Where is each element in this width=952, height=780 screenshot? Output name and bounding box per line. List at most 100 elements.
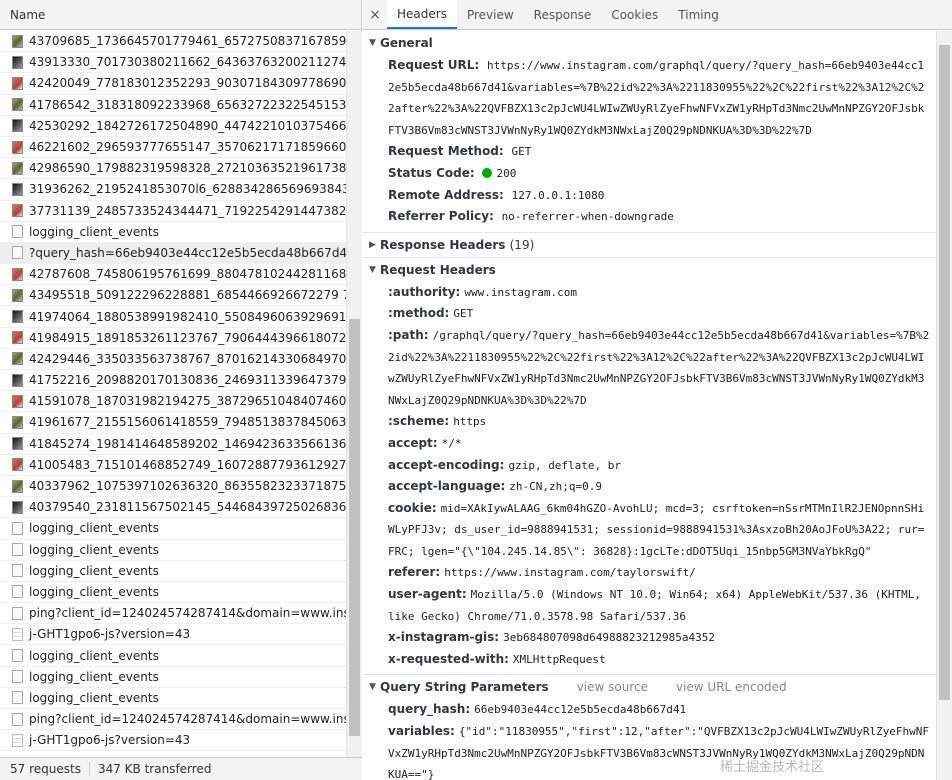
document-file-icon xyxy=(12,564,23,578)
request-name: 40379540_231811567502145_544684397250268… xyxy=(29,500,346,515)
remote-address-label: Remote Address: xyxy=(388,187,504,202)
request-row[interactable]: ping?client_id=124024574287414&domain=ww… xyxy=(0,709,346,731)
image-file-icon xyxy=(12,415,23,429)
request-name: j-GHT1gpo6-js?version=43 xyxy=(29,627,191,642)
image-file-icon xyxy=(12,204,23,218)
status-code-value: 200 xyxy=(496,166,517,180)
header-value: XMLHttpRequest xyxy=(512,652,606,666)
request-name: logging_client_events xyxy=(29,690,159,705)
request-list-pane: Name 43709685_1736645701779461_657275083… xyxy=(0,0,362,780)
request-row[interactable]: 43495518_509122296228881_685446692667227… xyxy=(0,285,346,307)
general-section: Request URL: https://www.instagram.com/g… xyxy=(363,55,936,228)
request-row[interactable]: logging_client_events xyxy=(0,667,346,688)
tab-preview[interactable]: Preview xyxy=(457,0,524,29)
header-value: {"id":"11830955","first":12,"after":"QVF… xyxy=(388,725,930,780)
request-name: logging_client_events xyxy=(29,224,159,239)
expanded-triangle-icon: ▼ xyxy=(369,264,376,275)
request-row[interactable]: j-GHT1gpo6-js?version=43 xyxy=(0,624,346,646)
request-row[interactable]: logging_client_events xyxy=(0,540,346,561)
details-scrollbar-thumb[interactable] xyxy=(939,45,950,700)
general-section-header[interactable]: ▼ General xyxy=(363,31,936,55)
request-row[interactable]: 40379540_231811567502145_544684397250268… xyxy=(0,497,346,519)
request-row[interactable]: logging_client_events xyxy=(0,688,346,709)
tab-response[interactable]: Response xyxy=(524,0,602,29)
request-name: 43913330_701730380211662_643637632002112… xyxy=(29,55,346,70)
document-file-icon xyxy=(12,670,23,684)
header-value: 3eb684807098d64988823212985a4352 xyxy=(503,631,716,645)
request-row[interactable]: ping?client_id=124024574287414&domain=ww… xyxy=(0,603,346,625)
request-row[interactable]: ?query_hash=66eb9403e44cc12e5b5ecda48b66… xyxy=(0,242,346,265)
request-name: 42420049_778183012352293_903071843097786… xyxy=(29,76,346,91)
request-row[interactable]: 31936262_2195241853070l6_628834286569693… xyxy=(0,179,346,201)
request-name: 41961677_2155156061418559_79485138378450… xyxy=(29,415,346,430)
request-row[interactable]: 42787608_745806195761699_880478102442811… xyxy=(0,264,346,286)
request-row[interactable]: logging_client_events xyxy=(0,645,346,667)
status-divider xyxy=(88,762,90,776)
header-value: https://www.instagram.com/taylorswift/ xyxy=(444,566,696,580)
request-list-scrollbar[interactable] xyxy=(346,31,362,757)
view-url-encoded-link[interactable]: view URL encoded xyxy=(676,680,787,694)
tab-cookies[interactable]: Cookies xyxy=(601,0,668,29)
header-value: zh-CN,zh;q=0.9 xyxy=(509,480,602,494)
request-name: 43495518_509122296228881_685446692667227… xyxy=(29,288,346,303)
request-row[interactable]: 42429446_335033563738767_870162143306849… xyxy=(0,349,346,370)
remote-address-row: Remote Address: 127.0.0.1:1080 xyxy=(388,185,936,207)
request-row[interactable]: 41591078_187031982194275_387296510484074… xyxy=(0,391,346,413)
view-source-link[interactable]: view source xyxy=(577,680,648,694)
header-row: :authority: www.instagram.com xyxy=(388,282,936,304)
request-row[interactable]: logging_client_events xyxy=(0,222,346,243)
request-row[interactable]: 41752216_2098820170130836_24693113396473… xyxy=(0,370,346,392)
request-row[interactable]: 41961677_2155156061418559_79485138378450… xyxy=(0,412,346,434)
request-row[interactable]: 41845274_1981414648589202_14694236335661… xyxy=(0,434,346,455)
request-row[interactable]: 41984915_1891853261123767_79064443966180… xyxy=(0,328,346,349)
header-value: 66eb9403e44cc12e5b5ecda48b667d41 xyxy=(474,703,687,717)
request-row[interactable]: 43709685_1736645701779461_65727508371678… xyxy=(0,31,346,53)
request-list-scrollbar-thumb[interactable] xyxy=(349,319,360,736)
tab-timing[interactable]: Timing xyxy=(668,0,729,29)
request-headers-section-header[interactable]: ▼ Request Headers xyxy=(363,258,936,282)
query-params-section: query_hash: 66eb9403e44cc12e5b5ecda48b667… xyxy=(363,699,936,780)
document-file-icon xyxy=(12,246,23,260)
request-row[interactable]: 43913330_701730380211662_643637632002112… xyxy=(0,52,346,74)
request-row[interactable]: 37731139_2485733524344471_71922542914473… xyxy=(0,201,346,222)
document-file-icon xyxy=(12,543,23,557)
image-file-icon xyxy=(12,76,23,90)
request-name: ping?client_id=124024574287414&domain=ww… xyxy=(29,606,346,621)
image-file-icon xyxy=(12,331,23,345)
image-file-icon xyxy=(12,458,23,472)
details-scrollbar[interactable] xyxy=(936,31,952,780)
query-params-section-header[interactable]: ▼ Query String Parameters view source vi… xyxy=(363,675,936,699)
script-file-icon xyxy=(12,627,23,641)
header-name: referer: xyxy=(388,565,441,580)
tab-headers[interactable]: Headers xyxy=(387,0,457,29)
status-bar: 57 requests 347 KB transferred xyxy=(0,757,362,780)
request-name: 41984915_1891853261123767_79064443966180… xyxy=(29,330,346,345)
request-row[interactable]: 41786542_318318092233968_656327223225451… xyxy=(0,95,346,116)
close-icon[interactable]: × xyxy=(363,0,387,29)
header-value: */* xyxy=(441,436,462,450)
request-row[interactable]: 42986590_179882319598328_272103635219617… xyxy=(0,158,346,180)
request-name: ping?client_id=124024574287414&domain=ww… xyxy=(29,712,346,727)
request-row[interactable]: logging_client_events xyxy=(0,561,346,582)
header-row: accept: */* xyxy=(388,433,936,455)
response-headers-section-header[interactable]: ▶ Response Headers (19) xyxy=(363,233,936,257)
request-name: 41786542_318318092233968_656327223225451… xyxy=(29,97,346,112)
request-name: j-GHT1gpo6-js?version=43 xyxy=(29,733,191,748)
request-headers-title: Request Headers xyxy=(380,262,496,277)
request-row[interactable]: 46221602_296593777655147_357062171718596… xyxy=(0,137,346,159)
request-row[interactable]: 42420049_778183012352293_903071843097786… xyxy=(0,73,346,95)
request-row[interactable]: logging_client_events xyxy=(0,518,346,540)
request-row[interactable]: 40337962_1075397102636320_86355823233718… xyxy=(0,476,346,498)
request-row[interactable]: logging_client_events xyxy=(0,582,346,604)
request-row[interactable]: 41005483_715101468852749_160728877936129… xyxy=(0,455,346,476)
request-row[interactable]: 41974064_1880538991982410_55084960639296… xyxy=(0,306,346,328)
image-file-icon xyxy=(12,437,23,451)
request-name: ?query_hash=66eb9403e44cc12e5b5ecda48b66… xyxy=(29,245,346,260)
name-column-header[interactable]: Name xyxy=(0,0,361,30)
header-row: variables: {"id":"11830955","first":12,"a… xyxy=(388,721,936,780)
image-file-icon xyxy=(12,119,23,133)
request-row[interactable]: j-GHT1gpo6-js?version=43 xyxy=(0,730,346,752)
image-file-icon xyxy=(12,373,23,387)
request-name: logging_client_events xyxy=(29,669,159,684)
request-row[interactable]: 42530292_1842726172504890_44742210103754… xyxy=(0,116,346,137)
